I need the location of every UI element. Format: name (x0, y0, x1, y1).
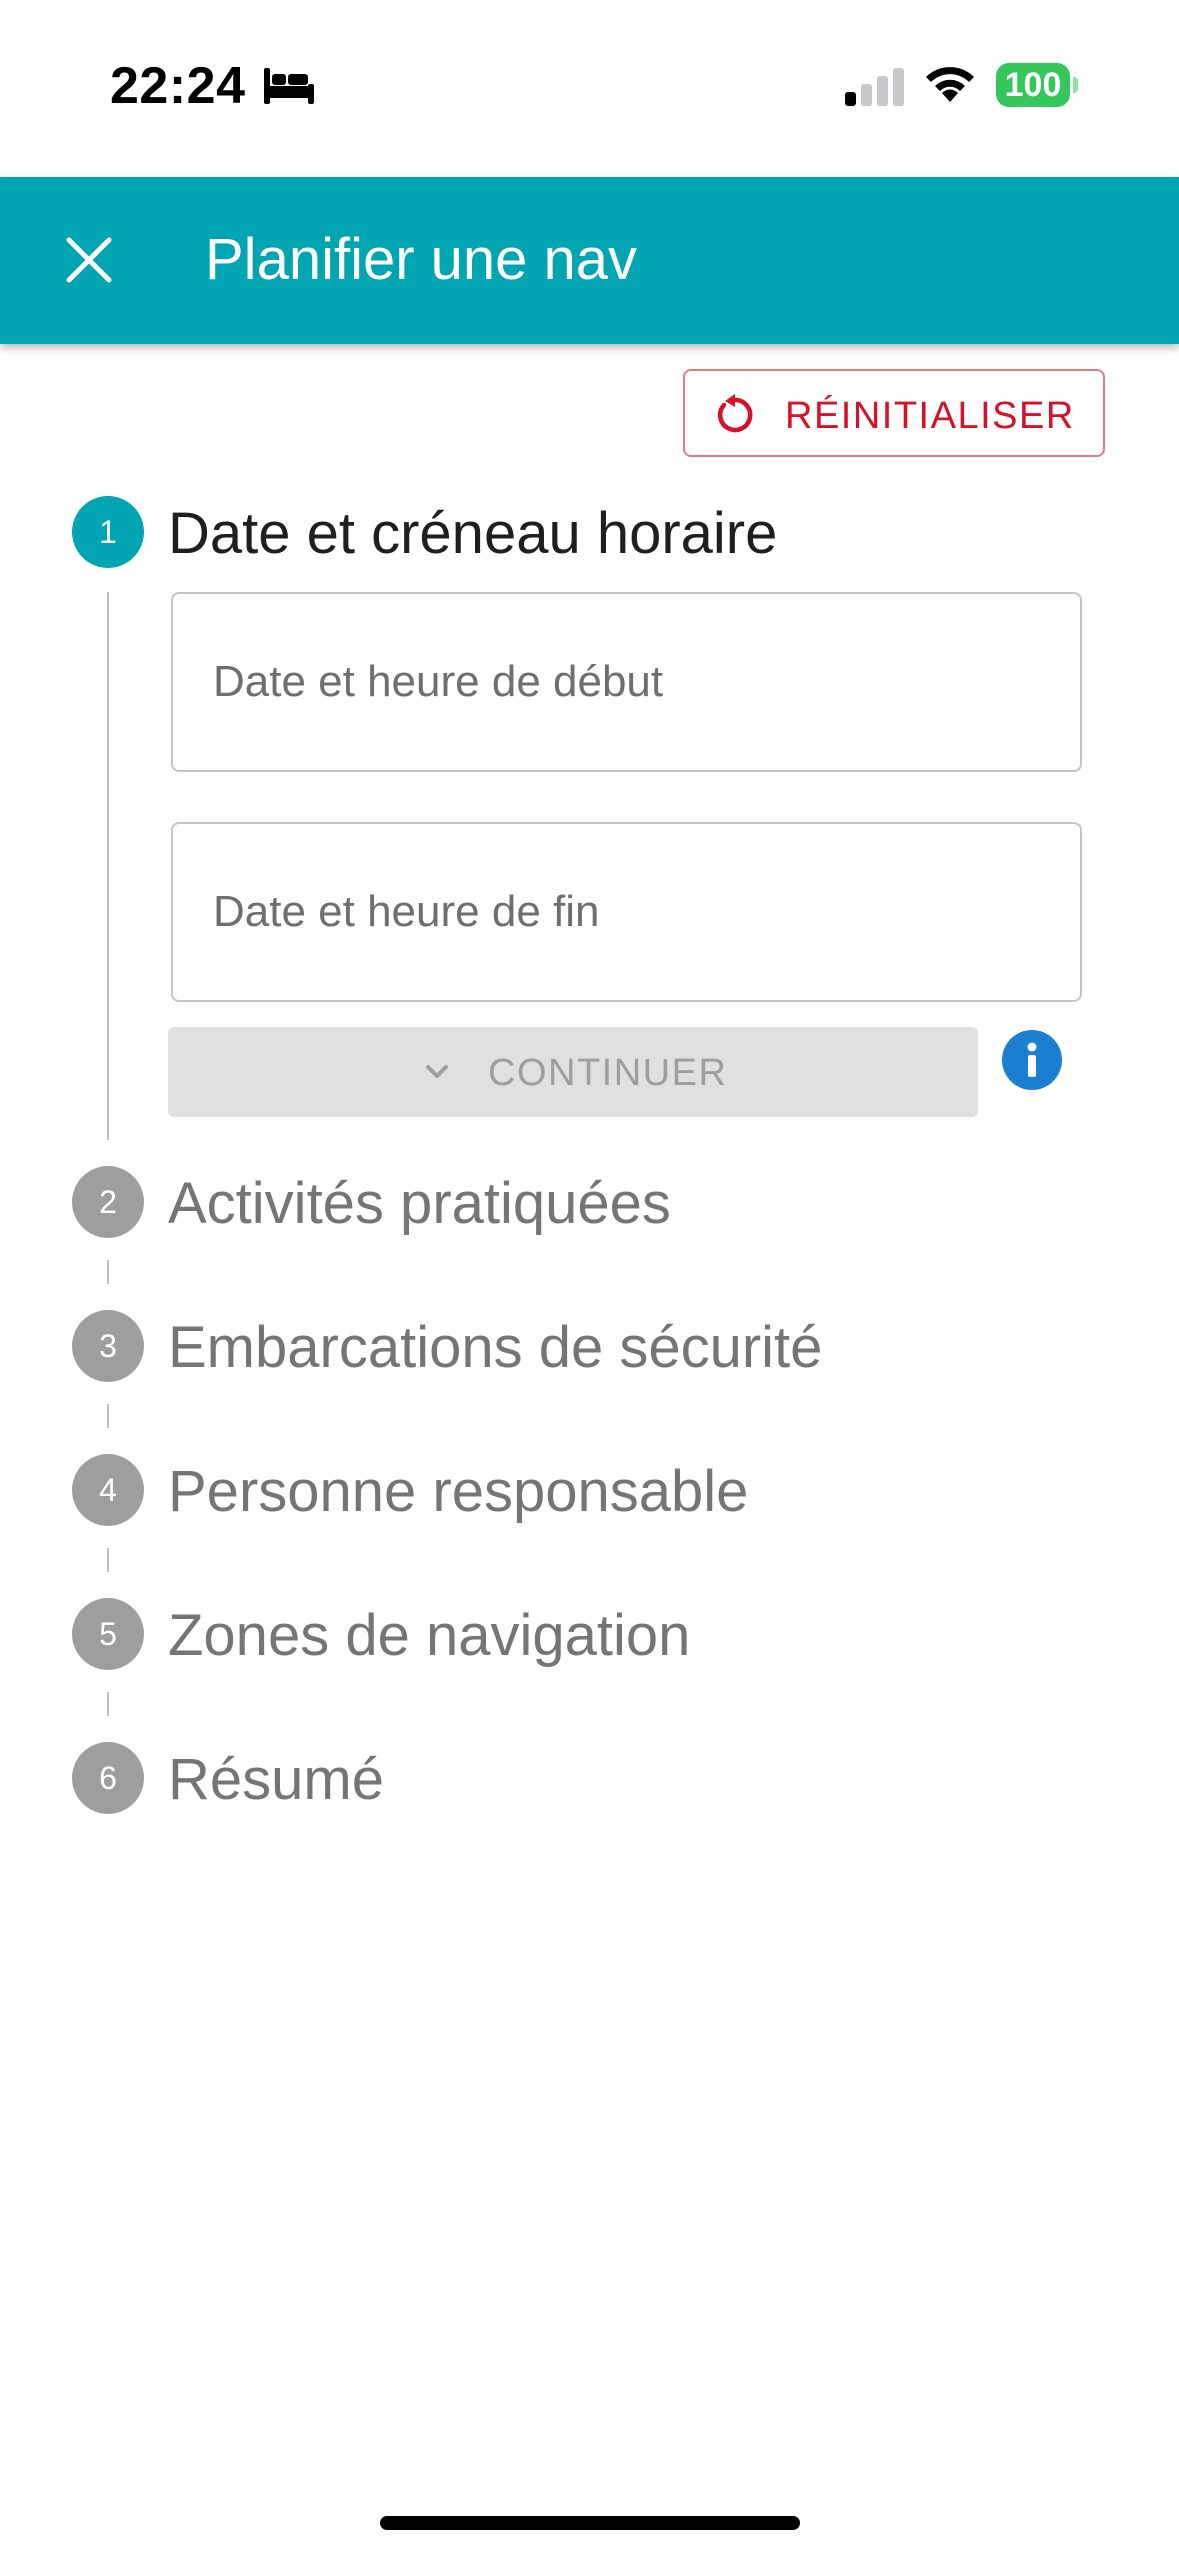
step-number: 2 (72, 1166, 144, 1238)
step-number: 3 (72, 1310, 144, 1382)
cellular-signal-icon (845, 68, 904, 106)
continue-button[interactable]: CONTINUER (168, 1027, 978, 1117)
status-bar: 22:24 100 (0, 0, 1179, 177)
step-connector (107, 1548, 109, 1572)
close-button[interactable] (44, 215, 134, 305)
battery-tip (1073, 77, 1078, 93)
battery-level: 100 (996, 63, 1070, 107)
reset-label: RÉINITIALISER (785, 395, 1075, 437)
start-datetime-field[interactable] (171, 592, 1082, 772)
step-label: Personne responsable (168, 1459, 749, 1524)
step-label: Résumé (168, 1747, 384, 1812)
step-connector (107, 1692, 109, 1716)
step-number: 1 (72, 496, 144, 568)
chevron-down-icon (426, 1065, 448, 1078)
step-activities[interactable]: 2 Activités pratiquées (70, 1162, 1110, 1242)
end-datetime-field[interactable] (171, 822, 1082, 1002)
step-connector (107, 1260, 109, 1284)
step-label: Activités pratiquées (168, 1171, 671, 1236)
bed-icon (264, 68, 314, 104)
reset-icon (718, 394, 753, 433)
step-number: 6 (72, 1742, 144, 1814)
step-label: Embarcations de sécurité (168, 1315, 823, 1380)
step-number: 5 (72, 1598, 144, 1670)
step-date-time[interactable]: 1 Date et créneau horaire (70, 492, 1110, 572)
step-label: Date et créneau horaire (168, 501, 778, 566)
step-number: 4 (72, 1454, 144, 1526)
home-indicator[interactable] (380, 2516, 800, 2530)
page-title: Planifier une nav (205, 227, 638, 292)
close-icon (66, 237, 112, 283)
step-label: Zones de navigation (168, 1603, 691, 1668)
step-connector (107, 1404, 109, 1428)
app-bar: Planifier une nav (0, 177, 1179, 344)
info-icon[interactable] (1002, 1030, 1062, 1090)
continue-label: CONTINUER (488, 1052, 728, 1094)
step-summary[interactable]: 6 Résumé (70, 1738, 1110, 1818)
wifi-icon (926, 67, 974, 102)
status-time: 22:24 (110, 57, 246, 115)
step-responsible-person[interactable]: 4 Personne responsable (70, 1450, 1110, 1530)
reset-button[interactable]: RÉINITIALISER (683, 369, 1105, 457)
step-navigation-zones[interactable]: 5 Zones de navigation (70, 1594, 1110, 1674)
battery-icon: 100 (996, 63, 1078, 107)
step-safety-boats[interactable]: 3 Embarcations de sécurité (70, 1306, 1110, 1386)
step-connector (107, 592, 109, 1140)
